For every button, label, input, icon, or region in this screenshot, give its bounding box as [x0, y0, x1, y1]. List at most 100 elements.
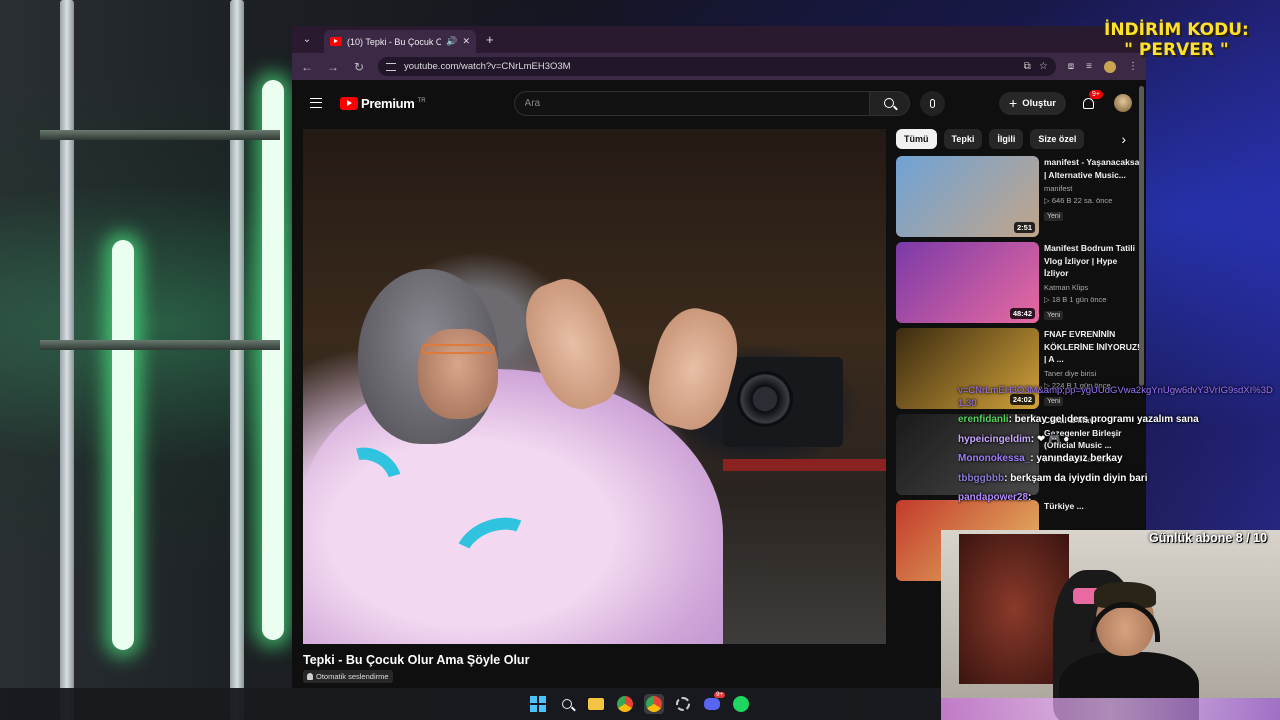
chip-reaction[interactable]: Tepki [943, 129, 983, 149]
menu-icon[interactable] [310, 98, 322, 108]
app-icon [676, 697, 690, 711]
microphone-icon [929, 98, 935, 108]
shelf-post [60, 0, 74, 720]
rec-meta: Manifest Bodrum Tatili Vlog İzliyor | Hy… [1044, 242, 1140, 328]
reload-icon[interactable]: ↻ [352, 60, 366, 74]
start-button[interactable] [528, 694, 548, 714]
profile-avatar[interactable] [1104, 60, 1116, 73]
extensions-area: ⧈ ≡ ⋮ [1068, 60, 1138, 73]
file-explorer-button[interactable] [586, 694, 606, 714]
search-button[interactable] [869, 90, 910, 116]
auto-dubbed-badge: Otomatik seslendirme [303, 670, 393, 683]
tab-bar: ⌄ (10) Tepki - Bu Çocuk Olur A 🔊 ✕ + [292, 26, 1146, 53]
media-icon[interactable]: ≡ [1086, 61, 1092, 72]
bookmark-star-icon[interactable]: ☆ [1039, 61, 1048, 72]
chrome-icon [646, 696, 662, 712]
promo-code-overlay: İNDİRİM KODU: " PERVER " [1104, 20, 1249, 60]
install-icon[interactable]: ⧉ [1024, 61, 1031, 72]
chrome-active-button[interactable] [644, 694, 664, 714]
chip-for-you[interactable]: Size özel [1030, 129, 1085, 149]
discord-icon [704, 698, 720, 710]
youtube-logo[interactable]: Premium TR [340, 96, 426, 111]
browser-menu-icon[interactable]: ⋮ [1128, 61, 1138, 72]
chat-message: pandapower28: [958, 488, 1280, 508]
new-badge: Yeni [1044, 310, 1064, 320]
rec-title: Manifest Bodrum Tatili Vlog İzliyor | Hy… [1044, 243, 1135, 278]
taskbar-search[interactable] [557, 694, 577, 714]
create-button[interactable]: + Oluştur [999, 91, 1066, 115]
chat-link[interactable]: v=CNrLmEH3O3M&amp;pp=ygUUdGVwa2kgYnUgw6d… [958, 384, 1278, 410]
url-field[interactable]: youtube.com/watch?v=CNrLmEH3O3M ⧉ ☆ [378, 57, 1056, 76]
filter-chips: Tümü Tepki İlgili Size özel › [896, 129, 1146, 149]
rec-title: FNAF EVRENİNİN KÖKLERİNE İNİYORUZ! | A .… [1044, 329, 1140, 364]
chrome-button[interactable] [615, 694, 635, 714]
neon-light [112, 240, 134, 650]
chat-text: : yanındayız berkay [1030, 453, 1123, 464]
chat-username[interactable]: tbbggbbb [958, 473, 1004, 484]
studio-shelf [723, 459, 886, 471]
shelf [40, 130, 280, 140]
duration-badge: 48:42 [1009, 308, 1035, 319]
new-tab-icon[interactable]: + [486, 32, 494, 47]
chip-related[interactable]: İlgili [989, 129, 1024, 149]
face [418, 329, 498, 419]
logo-text: Premium [361, 95, 415, 111]
chat-username[interactable]: erenfidanli [958, 414, 1009, 425]
chevron-right-icon[interactable]: › [1121, 131, 1126, 147]
speaker-cone [737, 371, 793, 427]
youtube-header: Premium TR + Oluştur 9+ [292, 80, 1146, 126]
account-avatar[interactable] [1114, 94, 1132, 112]
close-tab-icon[interactable]: ✕ [462, 36, 470, 47]
chat-message: Mononokessa_: yanındayız berkay [958, 449, 1280, 469]
chat-text: : ❤ 🎮 ● [1030, 433, 1070, 445]
back-icon[interactable]: ← [300, 60, 314, 74]
browser-tab[interactable]: (10) Tepki - Bu Çocuk Olur A 🔊 ✕ [324, 30, 476, 53]
youtube-play-icon [340, 96, 358, 110]
notifications-button[interactable]: 9+ [1078, 90, 1103, 113]
windows-icon [530, 696, 546, 712]
search-input[interactable] [513, 90, 870, 116]
extensions-icon[interactable]: ⧈ [1068, 61, 1074, 72]
video-player[interactable] [303, 129, 886, 644]
chat-username[interactable]: Mononokessa_ [958, 453, 1030, 464]
create-label: Oluştur [1022, 97, 1056, 109]
rec-channel: Taner diye birisi [1044, 368, 1097, 378]
promo-code: " PERVER " [1124, 40, 1229, 60]
duration-badge: 2:51 [1013, 222, 1035, 233]
recommendations-list: 2:51 manifest - Yaşanacaksa | Alternative… [896, 156, 1141, 586]
tab-search-icon[interactable]: ⌄ [298, 31, 316, 49]
shelf-post [230, 0, 244, 720]
chat-messages: erenfidanli: berkay gel ders programı ya… [958, 410, 1280, 508]
site-settings-icon[interactable] [386, 62, 396, 71]
spotify-button[interactable] [731, 694, 751, 714]
neon-light [262, 80, 284, 640]
new-badge: Yeni [1044, 212, 1064, 221]
app-button[interactable] [673, 694, 693, 714]
voice-search-button[interactable] [919, 90, 945, 116]
rec-thumbnail[interactable]: 48:42 [896, 242, 1039, 323]
webcam-feed [941, 530, 1280, 720]
chat-text: : berkşam da iyiydin diyin bari [1004, 472, 1148, 484]
chat-username[interactable]: pandapower28 [958, 492, 1028, 503]
stream-chat: v=CNrLmEH3O3M&amp;pp=ygUUdGVwa2kgYnUgw6d… [958, 384, 1280, 508]
bell-icon [1082, 97, 1094, 109]
chat-message: tbbggbbb: berkşam da iyiydin diyin bari [958, 469, 1280, 489]
taskbar-icons: 9+ [528, 692, 751, 714]
rec-stats: ▷ 646 B 22 sa. önce [1044, 196, 1113, 205]
recommendation-item[interactable]: 2:51 manifest - Yaşanacaksa | Alternative… [896, 156, 1141, 242]
folder-icon [588, 698, 604, 710]
page-scrollbar[interactable] [1139, 86, 1144, 386]
rec-thumbnail[interactable]: 2:51 [896, 156, 1039, 237]
chat-username[interactable]: hypeicingeldim [958, 434, 1031, 445]
recommendation-item[interactable]: 48:42 Manifest Bodrum Tatili Vlog İzliyor… [896, 242, 1141, 328]
chip-all[interactable]: Tümü [896, 129, 937, 149]
discord-button[interactable]: 9+ [702, 692, 725, 714]
speaker-icon[interactable]: 🔊 [446, 36, 457, 47]
glasses [421, 344, 495, 354]
shelf [40, 340, 280, 350]
youtube-favicon-icon [330, 37, 342, 46]
rec-meta: manifest - Yaşanacaksa | Alternative Mus… [1044, 156, 1140, 242]
forward-icon[interactable]: → [326, 60, 340, 74]
chrome-icon [617, 696, 633, 712]
chat-text: : [1028, 492, 1032, 503]
